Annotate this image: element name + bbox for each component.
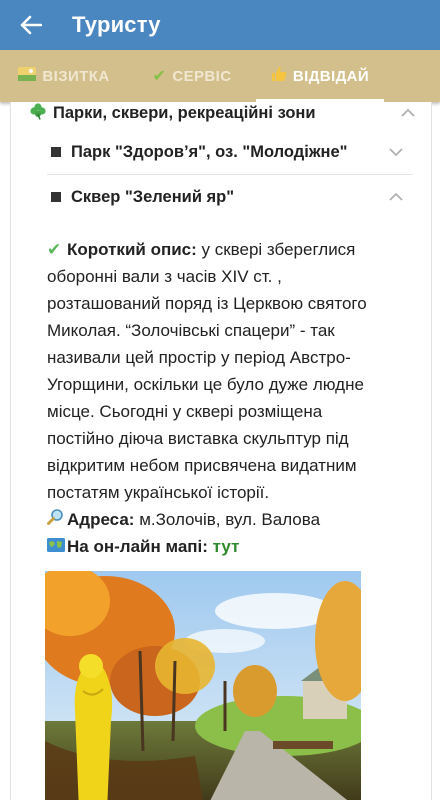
description-line: називали цей простір у період Австро-: [47, 348, 351, 367]
tab-servis[interactable]: ✔ СЕРВІС: [128, 50, 256, 102]
address-label: Адреса:: [67, 510, 135, 529]
section-card: Парки, сквери, рекреаційні зони Парк "Зд…: [10, 102, 432, 800]
details-text: ✔ Короткий опис: у сквері збереглися обор…: [47, 236, 409, 560]
bullet-square-icon: [51, 147, 61, 157]
thumbs-up-icon: [271, 66, 287, 87]
magnifier-icon: [47, 506, 67, 533]
tab-bar: ВІЗИТКА ✔ СЕРВІС ВІДВІДАЙ: [0, 50, 440, 102]
list-item-skver-zelenyi-yar[interactable]: Сквер "Зелений яр": [47, 175, 413, 219]
park-photo: [45, 571, 361, 800]
chevron-up-icon[interactable]: [389, 190, 403, 204]
chevron-down-icon[interactable]: [389, 145, 403, 159]
world-map-icon: [47, 533, 67, 560]
page-title: Туристу: [72, 12, 161, 37]
chevron-up-icon[interactable]: [401, 106, 415, 120]
list-item-title: Парк "Здоров’я", оз. "Молодіжне": [71, 142, 348, 161]
content-area: Парки, сквери, рекреаційні зони Парк "Зд…: [0, 102, 440, 800]
list-item-park-zdorovia[interactable]: Парк "Здоров’я", оз. "Молодіжне": [47, 130, 413, 175]
section-title: Парки, сквери, рекреаційні зони: [53, 103, 316, 122]
description-first-line: у сквері збереглися: [196, 240, 356, 259]
tab-label: ВІЗИТКА: [42, 67, 110, 85]
description-line: постатям української історії.: [47, 483, 270, 502]
map-link[interactable]: тут: [213, 537, 240, 556]
description-line: відкритим небом присвячена видатним: [47, 456, 357, 475]
description-line: ✔ Короткий опис: у сквері збереглися: [47, 236, 409, 263]
description-line: місце. Сьогодні у сквері розміщена: [47, 402, 323, 421]
app-bar: Туристу: [0, 0, 440, 50]
clover-icon: [29, 102, 47, 125]
description-label: Короткий опис:: [67, 240, 197, 259]
map-line: На он-лайн мапі: тут: [47, 533, 409, 560]
description-line: постійно діюча виставка скульптур під: [47, 429, 349, 448]
check-mark-icon: ✔: [47, 240, 62, 259]
bullet-square-icon: [51, 192, 61, 202]
tab-vidvidai[interactable]: ВІДВІДАЙ: [256, 50, 384, 102]
description-line: оборонні вали з часів XIV ст. ,: [47, 267, 282, 286]
list-item-title: Сквер "Зелений яр": [71, 187, 235, 206]
description-line: розташований поряд із Церквою святого: [47, 294, 367, 313]
id-card-icon: [18, 66, 37, 86]
back-arrow-icon[interactable]: [18, 12, 44, 38]
check-mark-icon: ✔: [152, 68, 167, 85]
tab-vizytka[interactable]: ВІЗИТКА: [0, 50, 128, 102]
tab-label: ВІДВІДАЙ: [292, 67, 370, 85]
map-label: На он-лайн мапі:: [67, 537, 208, 556]
description-line: Миколая. “Золочівські спацери” - так: [47, 321, 335, 340]
tab-label: СЕРВІС: [172, 67, 232, 85]
section-header-parks[interactable]: Парки, сквери, рекреаційні зони: [29, 102, 415, 130]
description-line: Угорщини, оскільки це було дуже людне: [47, 375, 364, 394]
address-value: м.Золочів, вул. Валова: [134, 510, 321, 529]
address-line: Адреса: м.Золочів, вул. Валова: [47, 506, 409, 533]
